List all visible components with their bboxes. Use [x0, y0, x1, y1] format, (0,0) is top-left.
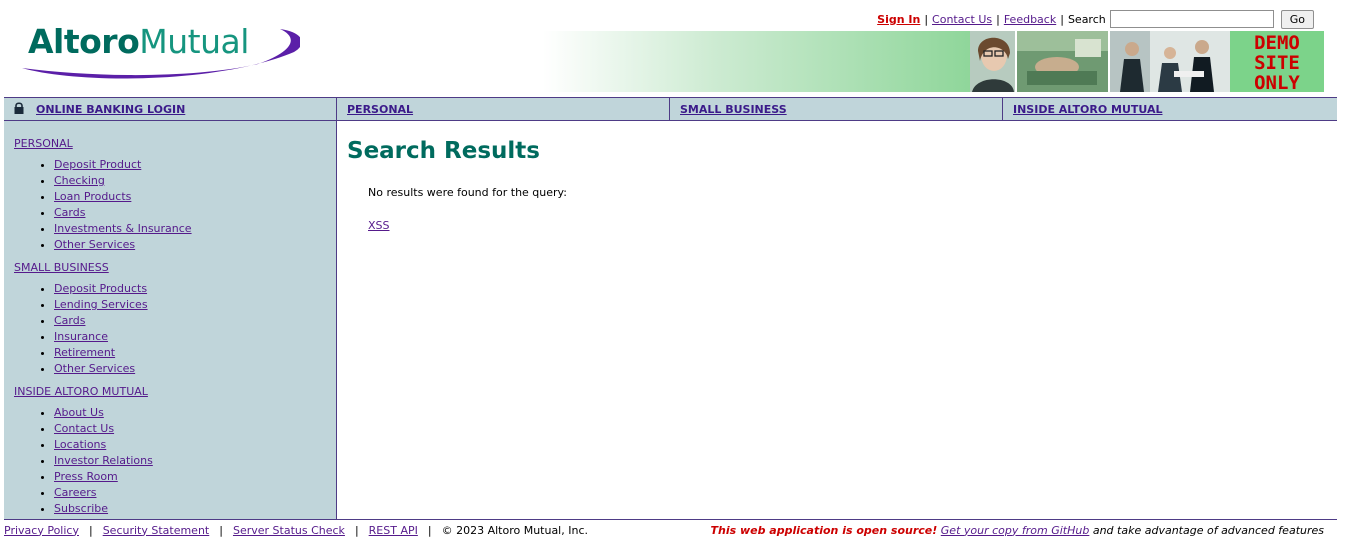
lock-icon: [14, 101, 24, 117]
sidebar-item-checking[interactable]: Checking: [54, 174, 105, 187]
sidebar-section-inside-altoro[interactable]: INSIDE ALTORO MUTUAL: [14, 385, 336, 398]
feedback-link[interactable]: Feedback: [1004, 13, 1056, 26]
sidebar-item-other-services[interactable]: Other Services: [54, 362, 135, 375]
sidebar-item-about-us[interactable]: About Us: [54, 406, 104, 419]
main-navigation: ONLINE BANKING LOGIN PERSONAL SMALL BUSI…: [4, 97, 1337, 121]
privacy-policy-link[interactable]: Privacy Policy: [4, 524, 79, 537]
sidebar-item-cards[interactable]: Cards: [54, 206, 85, 219]
list-item: Investor Relations: [54, 453, 336, 469]
altoro-mutual-logo[interactable]: AltoroMutual: [18, 18, 300, 82]
list-item: Other Services: [54, 361, 336, 377]
open-source-notice: This web application is open source! Get…: [711, 524, 1325, 537]
rest-api-link[interactable]: REST API: [369, 524, 418, 537]
sidebar-item-other-services[interactable]: Other Services: [54, 238, 135, 251]
sidebar-section-personal[interactable]: PERSONAL: [14, 137, 336, 150]
nav-cell-personal: PERSONAL: [337, 98, 670, 120]
list-item: Careers: [54, 485, 336, 501]
open-source-tail: and take advantage of advanced features: [1092, 523, 1324, 537]
sidebar-item-retirement[interactable]: Retirement: [54, 346, 115, 359]
sidebar-item-investments-insurance[interactable]: Investments & Insurance: [54, 222, 192, 235]
no-results-message: No results were found for the query:: [368, 186, 567, 199]
footer: Privacy Policy | Security Statement | Se…: [4, 522, 1324, 538]
sidebar-item-cards[interactable]: Cards: [54, 314, 85, 327]
server-status-check-link[interactable]: Server Status Check: [233, 524, 345, 537]
list-item: Contact Us: [54, 421, 336, 437]
sidebar-list-small-business: Deposit Products Lending Services Cards …: [14, 281, 336, 377]
sidebar-list-inside-altoro: About Us Contact Us Locations Investor R…: [14, 405, 336, 517]
banner-photo-hands: [1017, 31, 1108, 92]
logo-text-altoro: Altoro: [28, 22, 140, 61]
banner-photo-woman: [970, 31, 1015, 92]
sidebar-item-deposit-products[interactable]: Deposit Products: [54, 282, 147, 295]
sidebar-item-locations[interactable]: Locations: [54, 438, 106, 451]
sidebar-item-deposit-product[interactable]: Deposit Product: [54, 158, 141, 171]
demo-line-3: ONLY: [1254, 72, 1300, 94]
header-banner: DEMO SITE ONLY: [543, 31, 1324, 94]
search-input[interactable]: [1109, 10, 1274, 28]
top-utility-bar: Sign In | Contact Us | Feedback | Search…: [877, 9, 1314, 29]
search-label: Search: [1067, 12, 1106, 26]
nav-cell-small-business: SMALL BUSINESS: [670, 98, 1003, 120]
list-item: Checking: [54, 173, 336, 189]
page-title: Search Results: [347, 138, 540, 164]
nav-small-business-link[interactable]: SMALL BUSINESS: [680, 103, 787, 116]
list-item: Deposit Product: [54, 157, 336, 173]
demo-line-1: DEMO: [1254, 32, 1300, 54]
list-item: Cards: [54, 313, 336, 329]
list-item: About Us: [54, 405, 336, 421]
sidebar-item-loan-products[interactable]: Loan Products: [54, 190, 131, 203]
separator: |: [996, 12, 1000, 26]
separator: |: [354, 523, 359, 537]
list-item: Locations: [54, 437, 336, 453]
security-statement-link[interactable]: Security Statement: [103, 524, 210, 537]
logo-text: AltoroMutual: [28, 22, 249, 61]
nav-inside-altoro-link[interactable]: INSIDE ALTORO MUTUAL: [1013, 103, 1163, 116]
demo-site-only-badge: DEMO SITE ONLY: [1230, 31, 1324, 94]
demo-line-2: SITE: [1254, 52, 1300, 74]
github-link[interactable]: Get your copy from GitHub: [941, 524, 1090, 537]
footer-divider: [4, 519, 1337, 520]
list-item: Other Services: [54, 237, 336, 253]
sidebar-item-press-room[interactable]: Press Room: [54, 470, 118, 483]
copyright-text: © 2023 Altoro Mutual, Inc.: [441, 523, 588, 537]
sidebar-item-investor-relations[interactable]: Investor Relations: [54, 454, 153, 467]
sidebar-item-contact-us[interactable]: Contact Us: [54, 422, 114, 435]
list-item: Lending Services: [54, 297, 336, 313]
main-content: Search Results No results were found for…: [347, 138, 567, 232]
banner-photo-business-team: [1110, 31, 1230, 92]
list-item: Subscribe: [54, 501, 336, 517]
sidebar-item-subscribe[interactable]: Subscribe: [54, 502, 108, 515]
search-go-button[interactable]: Go: [1280, 9, 1314, 29]
open-source-text: This web application is open source!: [710, 523, 938, 537]
separator: |: [1060, 12, 1064, 26]
sidebar-section-small-business[interactable]: SMALL BUSINESS: [14, 261, 336, 274]
banner-gradient: [543, 31, 971, 92]
separator: |: [427, 523, 432, 537]
contact-us-link[interactable]: Contact Us: [932, 13, 992, 26]
list-item: Press Room: [54, 469, 336, 485]
sidebar-item-careers[interactable]: Careers: [54, 486, 97, 499]
sidebar-list-personal: Deposit Product Checking Loan Products C…: [14, 157, 336, 253]
list-item: Deposit Products: [54, 281, 336, 297]
logo-text-mutual: Mutual: [139, 22, 249, 61]
sign-in-link[interactable]: Sign In: [877, 13, 920, 26]
list-item: Cards: [54, 205, 336, 221]
separator: |: [219, 523, 223, 537]
sidebar-item-insurance[interactable]: Insurance: [54, 330, 108, 343]
sidebar-item-lending-services[interactable]: Lending Services: [54, 298, 148, 311]
nav-cell-login: ONLINE BANKING LOGIN: [4, 98, 337, 120]
separator: |: [924, 12, 929, 26]
list-item: Insurance: [54, 329, 336, 345]
sidebar: PERSONAL Deposit Product Checking Loan P…: [4, 121, 337, 520]
nav-cell-inside: INSIDE ALTORO MUTUAL: [1003, 98, 1337, 120]
list-item: Retirement: [54, 345, 336, 361]
list-item: Loan Products: [54, 189, 336, 205]
separator: |: [88, 523, 93, 537]
list-item: Investments & Insurance: [54, 221, 336, 237]
online-banking-login-link[interactable]: ONLINE BANKING LOGIN: [36, 103, 185, 116]
nav-personal-link[interactable]: PERSONAL: [347, 103, 413, 116]
search-query-link[interactable]: XSS: [368, 219, 567, 232]
